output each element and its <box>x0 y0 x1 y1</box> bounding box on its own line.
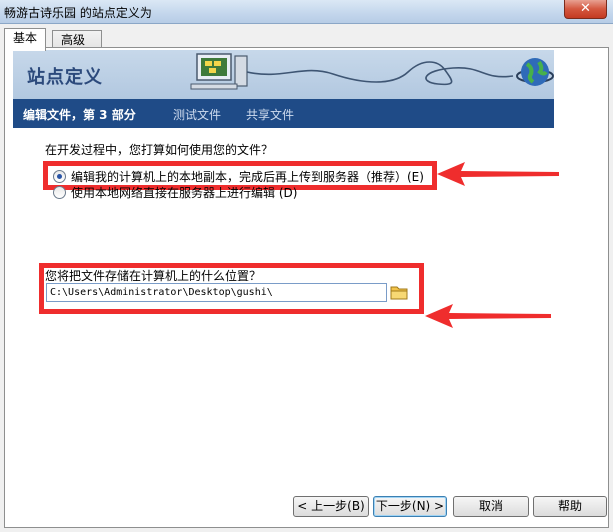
wizard-banner: 站点定义 <box>13 50 554 99</box>
question-storage-location: 您将把文件存储在计算机上的什么位置？ <box>45 269 262 283</box>
cancel-button[interactable]: 取消 <box>453 496 529 517</box>
wizard-nav: 编辑文件，第 3 部分 测试文件 共享文件 <box>13 99 554 128</box>
close-button[interactable]: ✕ <box>564 0 607 19</box>
back-button[interactable]: < 上一步(B) <box>293 496 369 517</box>
next-button[interactable]: 下一步(N) > <box>373 496 447 517</box>
help-button[interactable]: 帮助 <box>533 496 607 517</box>
radio-button[interactable] <box>53 186 66 199</box>
radio-label: 使用本地网络直接在服务器上进行编辑 (D) <box>71 186 298 200</box>
window-title-bar: 畅游古诗乐园 的站点定义为 ✕ <box>0 0 613 24</box>
arrow-icon <box>437 162 559 186</box>
computer-icon <box>190 53 248 90</box>
tab-panel: 站点定义 编辑文件，第 3 部分 测试文件 共享文件 在开发过程中，您打算如何使… <box>4 47 609 528</box>
nav-test-files: 测试文件 <box>173 108 222 122</box>
folder-icon[interactable] <box>390 284 408 300</box>
banner-title: 站点定义 <box>27 67 103 88</box>
question-usage: 在开发过程中，您打算如何使用您的文件？ <box>45 143 274 157</box>
arrow-icon <box>425 304 551 328</box>
radio-option-edit-on-server[interactable]: 使用本地网络直接在服务器上进行编辑 (D) <box>53 184 297 201</box>
radio-option-local-copy[interactable]: 编辑我的计算机上的本地副本，完成后再上传到服务器（推荐）(E) <box>53 168 424 185</box>
radio-label: 编辑我的计算机上的本地副本，完成后再上传到服务器（推荐）(E) <box>71 170 424 184</box>
radio-button-selected[interactable] <box>53 170 66 183</box>
nav-share-files: 共享文件 <box>246 108 295 122</box>
window-title: 畅游古诗乐园 的站点定义为 <box>4 6 152 20</box>
banner-illustration <box>190 53 554 90</box>
network-cable-icon <box>246 61 514 86</box>
close-icon: ✕ <box>580 1 591 16</box>
nav-current-step: 编辑文件，第 3 部分 <box>23 108 136 122</box>
local-folder-input[interactable] <box>46 283 387 302</box>
site-definition-dialog: 基本 高级 站点定义 编辑文件，第 3 部分 测试文件 共享文件 在开发过程中，… <box>0 24 613 532</box>
globe-icon <box>516 58 554 86</box>
tab-basic[interactable]: 基本 <box>4 28 46 51</box>
